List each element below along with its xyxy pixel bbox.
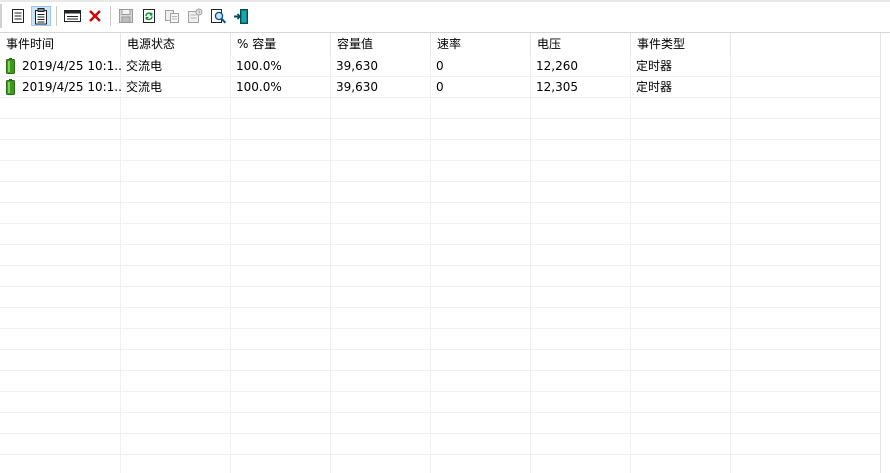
empty-row <box>0 224 880 245</box>
save-button[interactable] <box>116 6 136 26</box>
toolbar-top-border <box>0 0 890 2</box>
cell-power-status: 交流电 <box>126 80 163 94</box>
cell-voltage: 12,305 <box>536 80 578 94</box>
toolbar-separator <box>110 6 111 26</box>
toolbar <box>0 0 890 33</box>
empty-row <box>0 119 880 140</box>
exit-button[interactable] <box>231 6 251 26</box>
empty-row <box>0 203 880 224</box>
floppy-disk-icon <box>119 9 133 23</box>
cell-event-time: 2019/4/25 10:1... <box>22 59 121 73</box>
toolbar-separator <box>56 6 57 26</box>
empty-row <box>0 434 880 455</box>
cell-power-status: 交流电 <box>126 59 163 73</box>
cell-rate: 0 <box>436 80 444 94</box>
cell-rate: 0 <box>436 59 444 73</box>
copy-icon <box>165 10 179 23</box>
column-header-power-status[interactable]: 电源状态 <box>121 33 231 56</box>
details-button[interactable] <box>8 6 28 26</box>
cell-capacity-percent: 100.0% <box>236 80 282 94</box>
column-header-capacity-percent[interactable]: % 容量 <box>231 33 331 56</box>
window-icon <box>63 10 81 22</box>
column-header-event-time[interactable]: 事件时间 <box>0 33 121 56</box>
column-header-rate[interactable]: 速率 <box>431 33 531 56</box>
empty-row <box>0 98 880 119</box>
magnifier-icon <box>210 8 226 23</box>
empty-row <box>0 350 880 371</box>
cell-event-type: 定时器 <box>636 80 673 94</box>
empty-row <box>0 371 880 392</box>
delete-button[interactable] <box>85 6 105 26</box>
cell-voltage: 12,260 <box>536 59 578 73</box>
empty-row <box>0 182 880 203</box>
cell-capacity-value: 39,630 <box>336 59 378 73</box>
column-header-event-type[interactable]: 事件类型 <box>631 33 731 56</box>
cell-event-time: 2019/4/25 10:1... <box>22 80 121 94</box>
properties-button[interactable] <box>185 6 205 26</box>
empty-row <box>0 308 880 329</box>
empty-row <box>0 287 880 308</box>
refresh-icon <box>143 9 155 23</box>
cell-capacity-value: 39,630 <box>336 80 378 94</box>
table-header: 事件时间 电源状态 % 容量 容量值 速率 电压 事件类型 <box>0 33 880 56</box>
exit-door-icon <box>234 8 248 24</box>
column-header-voltage[interactable]: 电压 <box>531 33 631 56</box>
empty-row <box>0 392 880 413</box>
cell-event-type: 定时器 <box>636 59 673 73</box>
battery-event-window: 事件时间 电源状态 % 容量 容量值 速率 电压 事件类型 2019/4/25 <box>0 0 890 473</box>
empty-row <box>0 329 880 350</box>
empty-row <box>0 140 880 161</box>
column-header-capacity-value[interactable]: 容量值 <box>331 33 431 56</box>
clipboard-icon <box>35 7 47 24</box>
empty-row <box>0 413 880 434</box>
red-x-icon <box>89 10 101 22</box>
scrollbar-track[interactable] <box>880 33 890 473</box>
list-button[interactable] <box>31 6 51 26</box>
empty-row <box>0 161 880 182</box>
empty-row <box>0 455 880 473</box>
table-row[interactable]: 2019/4/25 10:1... 交流电 100.0% 39,630 0 12… <box>0 56 880 77</box>
copy-button[interactable] <box>162 6 182 26</box>
window-button[interactable] <box>62 6 82 26</box>
empty-row <box>0 266 880 287</box>
cell-capacity-percent: 100.0% <box>236 59 282 73</box>
document-icon <box>12 9 24 23</box>
toolbar-grip[interactable] <box>0 4 2 28</box>
properties-icon <box>188 8 203 23</box>
find-button[interactable] <box>208 6 228 26</box>
empty-row <box>0 245 880 266</box>
event-list-table[interactable]: 事件时间 电源状态 % 容量 容量值 速率 电压 事件类型 2019/4/25 <box>0 33 880 473</box>
refresh-button[interactable] <box>139 6 159 26</box>
table-row[interactable]: 2019/4/25 10:1... 交流电 100.0% 39,630 0 12… <box>0 77 880 98</box>
